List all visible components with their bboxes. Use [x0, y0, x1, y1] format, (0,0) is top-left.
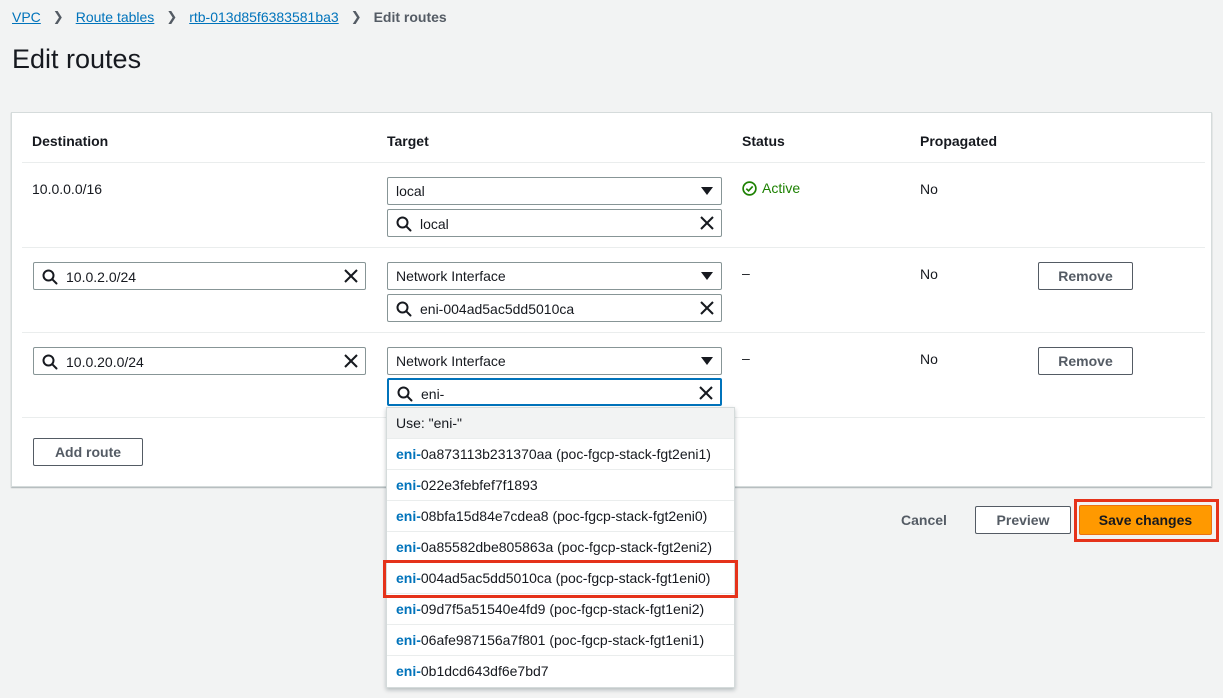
clear-icon[interactable]: [344, 269, 358, 283]
search-icon: [396, 216, 412, 232]
match-highlight: eni-: [396, 663, 421, 679]
target-type-value: local: [396, 183, 425, 199]
header-target: Target: [387, 133, 429, 149]
target-search-input-2[interactable]: eni-004ad5ac5dd5010ca: [387, 294, 722, 322]
header-propagated: Propagated: [920, 133, 998, 149]
target-type-select-2[interactable]: Network Interface: [387, 262, 722, 290]
remove-route-button-2[interactable]: Remove: [1038, 262, 1133, 290]
option-rest: 0b1dcd643df6e7bd7: [420, 663, 549, 679]
target-type-value: Network Interface: [396, 268, 506, 284]
option-rest: 022e3febfef7f1893: [420, 477, 538, 493]
clear-icon[interactable]: [699, 386, 713, 400]
route-propagated-1: No: [920, 181, 938, 197]
destination-value: 10.0.2.0/24: [66, 269, 137, 285]
caret-down-icon: [701, 187, 713, 195]
target-search-value: local: [420, 216, 449, 232]
target-type-value: Network Interface: [396, 353, 506, 369]
check-circle-icon: [742, 180, 757, 196]
target-search-input-3[interactable]: eni-: [387, 378, 722, 406]
caret-down-icon: [701, 272, 713, 280]
clear-icon[interactable]: [700, 216, 714, 230]
option-rest: 0a85582dbe805863a (poc-fgcp-stack-fgt2en…: [420, 539, 712, 555]
search-icon: [396, 301, 412, 317]
match-highlight: eni-: [396, 539, 421, 555]
header-destination: Destination: [32, 133, 109, 149]
dropdown-option[interactable]: eni-0a85582dbe805863a (poc-fgcp-stack-fg…: [387, 532, 734, 563]
route-status-2: –: [742, 265, 750, 281]
status-badge: Active: [742, 180, 800, 196]
target-dropdown-list: Use: "eni-" eni-0a873113b231370aa (poc-f…: [386, 407, 735, 688]
chevron-right-icon: ❯: [166, 9, 178, 24]
header-status: Status: [742, 133, 785, 149]
clear-icon[interactable]: [344, 354, 358, 368]
target-type-select-1[interactable]: local: [387, 177, 722, 205]
remove-route-button-3[interactable]: Remove: [1038, 347, 1133, 375]
option-rest: 0a873113b231370aa (poc-fgcp-stack-fgt2en…: [420, 446, 711, 462]
dropdown-option[interactable]: eni-0b1dcd643df6e7bd7: [387, 656, 734, 687]
route-propagated-3: No: [920, 351, 938, 367]
clear-icon[interactable]: [700, 301, 714, 315]
match-highlight: eni-: [396, 508, 421, 524]
cancel-button[interactable]: Cancel: [901, 512, 947, 528]
target-search-value: eni-004ad5ac5dd5010ca: [420, 301, 575, 317]
search-icon: [397, 386, 413, 402]
match-highlight: eni-: [396, 477, 421, 493]
dropdown-option[interactable]: eni-022e3febfef7f1893: [387, 470, 734, 501]
match-highlight: eni-: [396, 446, 421, 462]
search-icon: [42, 354, 58, 370]
dropdown-option[interactable]: eni-0a873113b231370aa (poc-fgcp-stack-fg…: [387, 439, 734, 470]
target-search-value: eni-: [421, 386, 445, 402]
chevron-right-icon: ❯: [52, 9, 64, 24]
add-route-button[interactable]: Add route: [33, 438, 143, 466]
page-title: Edit routes: [12, 44, 142, 74]
chevron-right-icon: ❯: [350, 9, 362, 24]
dropdown-option[interactable]: eni-08bfa15d84e7cdea8 (poc-fgcp-stack-fg…: [387, 501, 734, 532]
breadcrumb-current: Edit routes: [373, 9, 447, 25]
row-divider: [22, 247, 1205, 248]
destination-input-3[interactable]: 10.0.20.0/24: [33, 347, 366, 375]
annotation-highlight-option: [383, 560, 738, 598]
status-text: Active: [762, 180, 801, 196]
breadcrumb-rtb-link[interactable]: rtb-013d85f6383581ba3: [189, 9, 338, 25]
dropdown-use-option[interactable]: Use: "eni-": [387, 408, 734, 439]
route-destination-1: 10.0.0.0/16: [32, 181, 103, 197]
preview-button[interactable]: Preview: [975, 506, 1071, 534]
breadcrumb: VPC ❯ Route tables ❯ rtb-013d85f6383581b…: [12, 9, 447, 25]
match-highlight: eni-: [396, 632, 421, 648]
option-rest: 08bfa15d84e7cdea8 (poc-fgcp-stack-fgt2en…: [420, 508, 708, 524]
target-type-select-3[interactable]: Network Interface: [387, 347, 722, 375]
match-highlight: eni-: [396, 601, 421, 617]
route-propagated-2: No: [920, 266, 938, 282]
dropdown-option[interactable]: eni-09d7f5a51540e4fd9 (poc-fgcp-stack-fg…: [387, 594, 734, 625]
option-rest: 09d7f5a51540e4fd9 (poc-fgcp-stack-fgt1en…: [420, 601, 705, 617]
target-search-input-1[interactable]: local: [387, 209, 722, 237]
row-divider: [22, 162, 1205, 163]
breadcrumb-route-tables-link[interactable]: Route tables: [76, 9, 155, 25]
dropdown-option[interactable]: eni-06afe987156a7f801 (poc-fgcp-stack-fg…: [387, 625, 734, 656]
option-rest: 06afe987156a7f801 (poc-fgcp-stack-fgt1en…: [420, 632, 705, 648]
row-divider: [22, 332, 1205, 333]
breadcrumb-vpc-link[interactable]: VPC: [12, 9, 41, 25]
annotation-highlight-save: [1074, 499, 1219, 542]
route-status-3: –: [742, 350, 750, 366]
destination-input-2[interactable]: 10.0.2.0/24: [33, 262, 366, 290]
destination-value: 10.0.20.0/24: [66, 354, 144, 370]
search-icon: [42, 269, 58, 285]
caret-down-icon: [701, 357, 713, 365]
